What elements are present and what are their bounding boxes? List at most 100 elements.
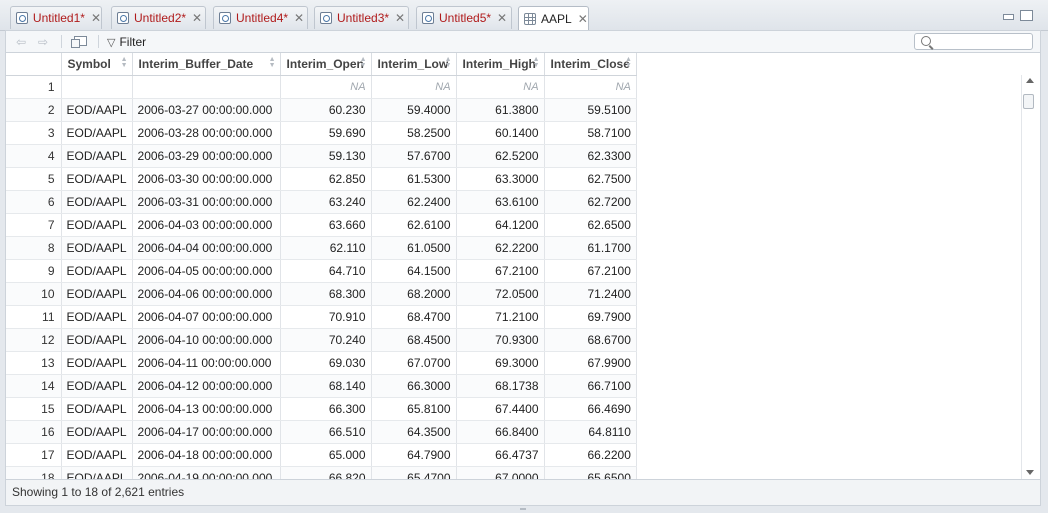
cell-interim-open: 70.910 [280,305,372,329]
cell-interim-high: 64.1200 [456,213,545,237]
search-box[interactable] [914,33,1033,50]
cell-interim-high: 66.4737 [456,443,545,467]
column-header-interim-buffer-date[interactable]: Interim_Buffer_Date ▲ ▼ [132,53,281,76]
cell-interim-low: NA [371,75,457,99]
table-body: 1 NA NA NA NA 2 EOD/AAPL 2006-03-27 00:00:00.00… [6,75,637,479]
filter-button[interactable]: ▽ Filter [107,34,146,50]
table-row: 4 EOD/AAPL 2006-03-29 00:00:00.000 59.130 57… [6,144,637,168]
column-header-interim-close[interactable]: Interim_Close ▲ ▼ [544,53,637,76]
table-row: 16 EOD/AAPL 2006-04-17 00:00:00.000 66.510 6… [6,420,637,444]
column-header-interim-open[interactable]: Interim_Open ▲ ▼ [280,53,372,76]
scroll-down-arrow-icon[interactable] [1026,470,1034,475]
cell-interim-high: 60.1400 [456,121,545,145]
maximize-pane-icon[interactable] [1020,10,1033,21]
cell-interim-close: 62.3300 [544,144,637,168]
cell-symbol: EOD/AAPL [61,236,133,260]
table-row: 14 EOD/AAPL 2006-04-12 00:00:00.000 68.140 6… [6,374,637,398]
cell-interim-buffer-date: 2006-04-12 00:00:00.000 [132,374,281,398]
column-header-label: Interim_Buffer_Date [138,56,254,71]
tab-untitled1[interactable]: Untitled1* ✕ [10,6,102,29]
search-input[interactable] [935,35,1029,48]
cell-interim-high: 67.2100 [456,259,545,283]
cell-interim-close: 64.8110 [544,420,637,444]
cell-interim-buffer-date: 2006-03-30 00:00:00.000 [132,167,281,191]
cell-interim-high: 72.0500 [456,282,545,306]
cell-row-number: 12 [6,328,62,352]
close-icon[interactable]: ✕ [91,12,101,24]
tab-untitled4[interactable]: Untitled4* ✕ [213,6,308,29]
cell-interim-buffer-date: 2006-03-28 00:00:00.000 [132,121,281,145]
sort-icon: ▲ ▼ [359,56,367,69]
table-row: 7 EOD/AAPL 2006-04-03 00:00:00.000 63.660 62… [6,213,637,237]
tab-label: Untitled2* [134,11,187,25]
table-row: 5 EOD/AAPL 2006-03-30 00:00:00.000 62.850 61… [6,167,637,191]
cell-interim-close: 67.9900 [544,351,637,375]
column-header-symbol[interactable]: Symbol ▲ ▼ [61,53,133,76]
tab-label: Untitled1* [32,11,85,25]
cell-interim-low: 64.1500 [371,259,457,283]
close-icon[interactable]: ✕ [395,12,405,24]
close-icon[interactable]: ✕ [192,12,202,24]
column-header-label: Interim_Low [377,56,449,71]
cell-interim-open: 66.300 [280,397,372,421]
cell-interim-close: 67.2100 [544,259,637,283]
scroll-up-arrow-icon[interactable] [1026,78,1034,83]
close-icon[interactable]: ✕ [578,13,588,25]
data-grid: Symbol ▲ ▼ Interim_Buffer_Date ▲ ▼ Interim_O… [5,52,1041,480]
close-icon[interactable]: ✕ [294,12,304,24]
cell-symbol: EOD/AAPL [61,420,133,444]
r-script-icon [117,12,129,24]
cell-interim-buffer-date: 2006-04-11 00:00:00.000 [132,351,281,375]
table-row: 8 EOD/AAPL 2006-04-04 00:00:00.000 62.110 61… [6,236,637,260]
sort-icon: ▲ ▼ [268,56,276,69]
cell-interim-high: 66.8400 [456,420,545,444]
cell-interim-high: 63.3000 [456,167,545,191]
tab-aapl[interactable]: AAPL ✕ [518,6,589,30]
scrollbar-thumb[interactable] [1023,94,1034,109]
table-row: 11 EOD/AAPL 2006-04-07 00:00:00.000 70.910 6… [6,305,637,329]
pane-splitter-handle[interactable] [520,508,526,510]
cell-interim-low: 58.2500 [371,121,457,145]
back-arrow-icon[interactable]: ⇦ [16,35,26,49]
column-header-interim-high[interactable]: Interim_High ▲ ▼ [456,53,545,76]
filter-label: Filter [119,35,147,49]
show-in-new-window-icon[interactable] [71,36,87,48]
table-row: 1 NA NA NA NA [6,75,637,99]
cell-interim-buffer-date: 2006-04-07 00:00:00.000 [132,305,281,329]
column-header-interim-low[interactable]: Interim_Low ▲ ▼ [371,53,457,76]
cell-interim-open: 66.820 [280,466,372,479]
cell-interim-buffer-date: 2006-03-31 00:00:00.000 [132,190,281,214]
minimize-pane-icon[interactable] [1003,14,1014,20]
cell-row-number: 5 [6,167,62,191]
data-grid-icon [524,12,536,25]
cell-symbol: EOD/AAPL [61,351,133,375]
cell-interim-low: 66.3000 [371,374,457,398]
forward-arrow-icon[interactable]: ⇨ [38,35,48,49]
column-header-rownum [6,53,62,76]
cell-interim-open: 68.300 [280,282,372,306]
data-table: Symbol ▲ ▼ Interim_Buffer_Date ▲ ▼ Interim_O… [6,53,637,479]
search-icon [921,36,931,46]
tab-label: AAPL [541,11,572,26]
cell-interim-open: NA [280,75,372,99]
cell-symbol: EOD/AAPL [61,213,133,237]
cell-interim-low: 62.6100 [371,213,457,237]
sort-icon: ▲ ▼ [532,56,540,69]
cell-row-number: 11 [6,305,62,329]
close-icon[interactable]: ✕ [497,12,507,24]
tab-untitled2[interactable]: Untitled2* ✕ [111,6,206,29]
tab-untitled3[interactable]: Untitled3* ✕ [314,6,409,29]
cell-row-number: 4 [6,144,62,168]
table-row: 13 EOD/AAPL 2006-04-11 00:00:00.000 69.030 6… [6,351,637,375]
tab-untitled5[interactable]: Untitled5* ✕ [416,6,512,29]
column-header-label: Interim_Open [286,56,364,71]
vertical-scrollbar[interactable] [1021,75,1036,479]
cell-symbol: EOD/AAPL [61,167,133,191]
cell-symbol: EOD/AAPL [61,397,133,421]
cell-interim-low: 65.8100 [371,397,457,421]
cell-symbol: EOD/AAPL [61,121,133,145]
cell-interim-close: 62.7200 [544,190,637,214]
cell-interim-open: 63.660 [280,213,372,237]
table-row: 2 EOD/AAPL 2006-03-27 00:00:00.000 60.230 59… [6,98,637,122]
cell-interim-low: 64.7900 [371,443,457,467]
